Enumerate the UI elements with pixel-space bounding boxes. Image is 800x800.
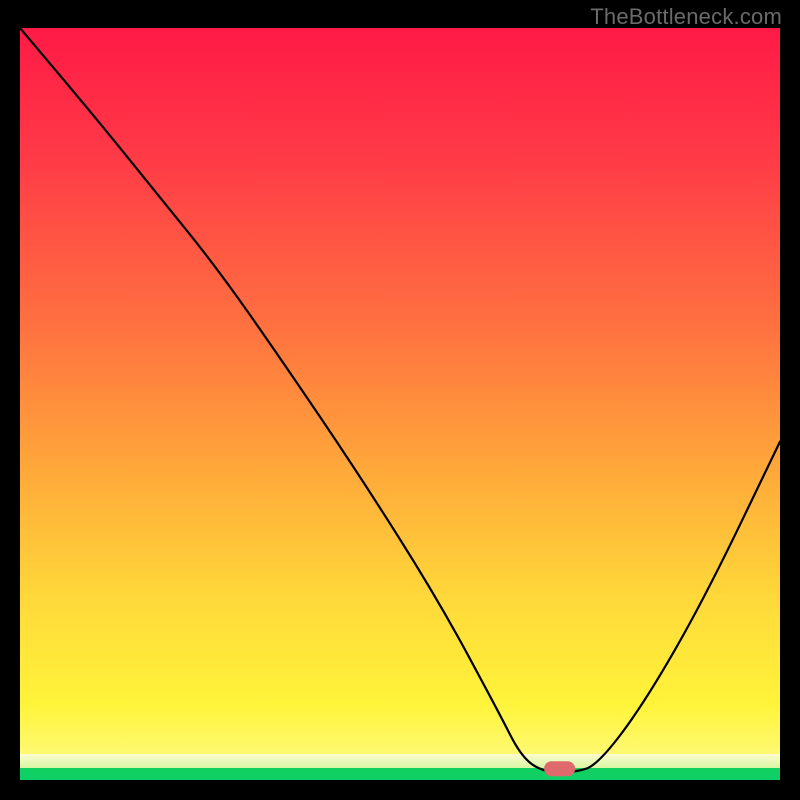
chart-frame: TheBottleneck.com: [0, 0, 800, 800]
watermark-text: TheBottleneck.com: [590, 4, 782, 30]
bottleneck-curve-path: [20, 28, 780, 772]
selected-point-marker: [545, 762, 575, 776]
curve-svg: [20, 28, 780, 780]
plot-area: [20, 28, 780, 780]
